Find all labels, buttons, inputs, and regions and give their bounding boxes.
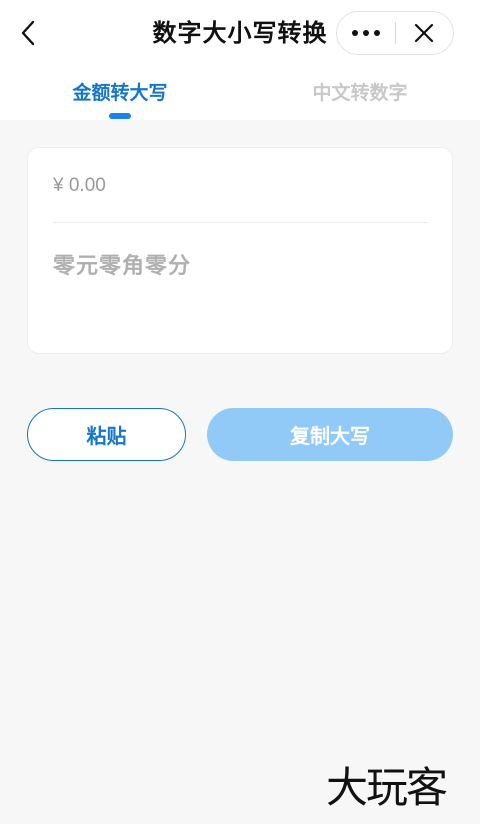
converter-card: 零元零角零分 [27, 147, 453, 354]
card-divider [53, 222, 428, 223]
paste-button[interactable]: 粘贴 [27, 408, 186, 461]
watermark-logo: 大玩客 [326, 763, 448, 812]
close-icon [415, 23, 434, 43]
uppercase-result-text: 零元零角零分 [53, 254, 192, 279]
miniprogram-capsule [336, 11, 454, 55]
top-nav-bar: 数字大小写转换 [0, 0, 480, 66]
copy-uppercase-button[interactable]: 复制大写 [207, 408, 453, 461]
close-button[interactable] [395, 12, 453, 54]
app-screen: 数字大小写转换 金额转大写 中文转数字 零元零角零分 粘贴 复制大写 大玩客 [0, 0, 480, 824]
back-button[interactable] [12, 16, 46, 50]
active-tab-indicator [109, 113, 131, 119]
tab-amount-to-uppercase[interactable]: 金额转大写 [40, 78, 200, 104]
tab-chinese-to-number[interactable]: 中文转数字 [280, 78, 440, 104]
chevron-left-icon [21, 20, 35, 46]
page-title: 数字大小写转换 [152, 19, 328, 47]
amount-input[interactable] [53, 168, 428, 204]
more-button[interactable] [337, 12, 395, 54]
more-dots-icon [351, 30, 380, 36]
tab-bar: 金额转大写 中文转数字 [0, 66, 480, 120]
